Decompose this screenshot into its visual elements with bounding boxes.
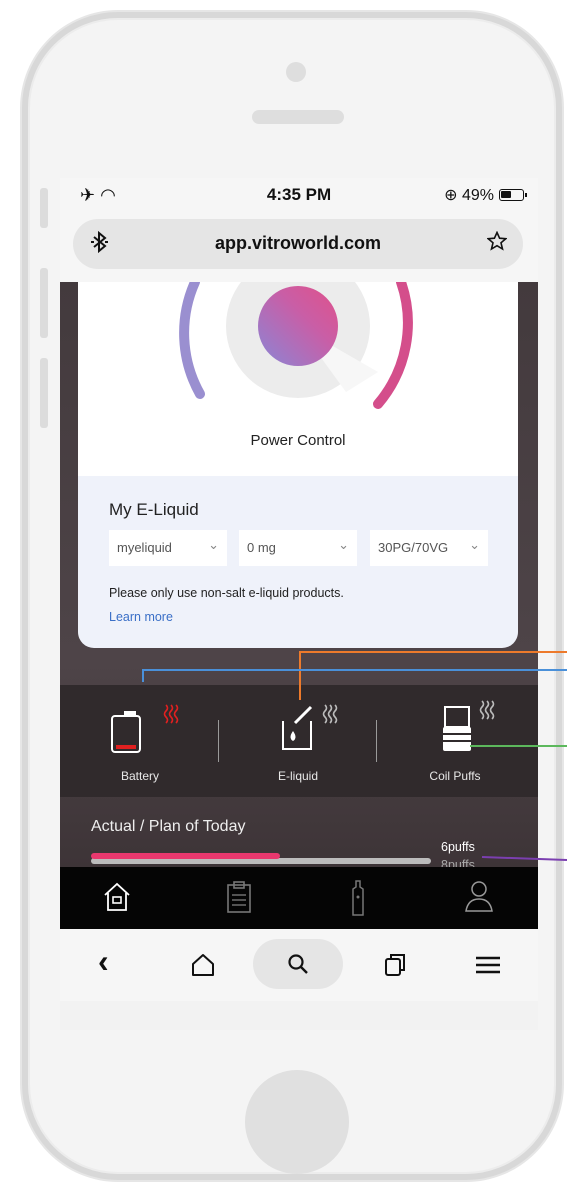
callout-battery-line [142, 669, 567, 682]
callout-e-liquid-line [299, 651, 567, 700]
callout-lines [142, 651, 567, 861]
callout-puffs-line [481, 856, 567, 861]
